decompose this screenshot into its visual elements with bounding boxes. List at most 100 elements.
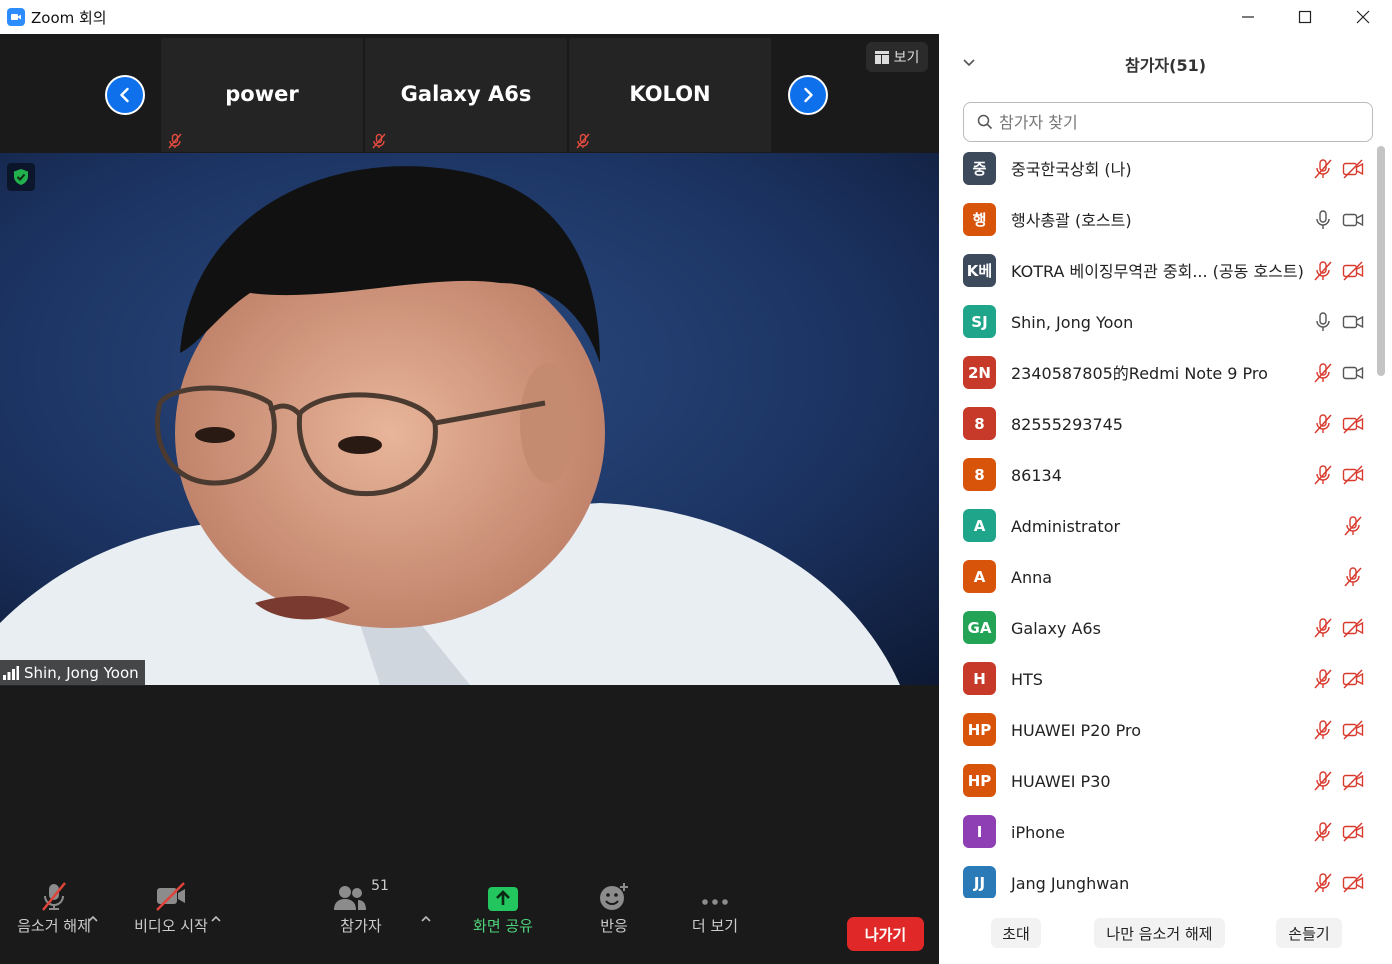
mic-muted-icon[interactable] <box>1312 260 1334 282</box>
video-thumbnail[interactable]: Galaxy A6s <box>365 38 567 152</box>
prev-page-button[interactable] <box>105 75 145 115</box>
video-icon[interactable] <box>1342 362 1364 384</box>
mic-muted-icon[interactable] <box>1312 719 1334 741</box>
avatar: 중 <box>963 152 996 185</box>
avatar: GA <box>963 611 996 644</box>
participants-panel: 참가자(51) 중 중국한국상회 (나) 행 행사총괄 (호스트) K베 KOTRA 베이… <box>939 34 1392 964</box>
participant-name: Anna <box>1011 568 1053 587</box>
search-input[interactable] <box>999 112 1359 132</box>
participant-name: 2340587805的Redmi Note 9 Pro <box>1011 364 1268 383</box>
avatar: HP <box>963 764 996 797</box>
mic-muted-icon[interactable] <box>1312 770 1334 792</box>
participant-row[interactable]: 8 86134 <box>939 450 1381 501</box>
video-thumbnail[interactable]: KOLON <box>569 38 771 152</box>
close-button[interactable] <box>1334 0 1392 34</box>
mic-muted-icon[interactable] <box>1312 668 1334 690</box>
video-off-icon[interactable] <box>1342 872 1364 894</box>
grid-view-icon <box>874 50 889 64</box>
video-off-icon[interactable] <box>1342 821 1364 843</box>
mic-muted-icon[interactable] <box>1312 464 1334 486</box>
chevron-up-icon[interactable] <box>86 914 100 924</box>
participant-name: 중국한국상회 (나) <box>1011 160 1132 179</box>
start-video-button[interactable]: 비디오 시작 <box>126 866 216 964</box>
video-icon[interactable] <box>1342 209 1364 231</box>
unmute-button[interactable]: 음소거 해제 <box>10 866 98 964</box>
video-off-icon[interactable] <box>1342 413 1364 435</box>
participant-row[interactable]: A Anna <box>939 552 1381 603</box>
encryption-status[interactable] <box>7 163 35 191</box>
mic-muted-icon[interactable] <box>1312 821 1334 843</box>
view-button[interactable]: 보기 <box>866 42 928 72</box>
video-thumbnail[interactable]: power <box>161 38 363 152</box>
participant-list-scrollbar[interactable] <box>1377 146 1385 896</box>
participant-name: Galaxy A6s <box>1011 619 1101 638</box>
mic-muted-icon[interactable] <box>1312 158 1334 180</box>
avatar: 8 <box>963 407 996 440</box>
raise-hand-button[interactable]: 손들기 <box>1276 918 1342 948</box>
more-label: 더 보기 <box>691 917 739 935</box>
next-page-button[interactable] <box>788 75 828 115</box>
maximize-button[interactable] <box>1276 0 1334 34</box>
video-off-icon[interactable] <box>1342 617 1364 639</box>
panel-header: 참가자(51) <box>939 34 1392 92</box>
participant-row[interactable]: H HTS <box>939 654 1381 705</box>
mic-muted-icon[interactable] <box>1342 566 1364 588</box>
shield-check-icon <box>14 169 28 185</box>
participant-search[interactable] <box>963 102 1373 142</box>
video-off-icon[interactable] <box>1342 668 1364 690</box>
participant-row[interactable]: 중 중국한국상회 (나) <box>939 144 1381 195</box>
avatar: I <box>963 815 996 848</box>
unmute-me-button[interactable]: 나만 음소거 해제 <box>1094 918 1225 948</box>
participant-name: Administrator <box>1011 517 1121 536</box>
chevron-up-icon[interactable] <box>209 914 223 924</box>
participant-row[interactable]: IiPhone <box>939 807 1381 858</box>
title-bar: Zoom 회의 <box>0 0 1392 34</box>
leave-button[interactable]: 나가기 <box>847 917 924 951</box>
participant-row[interactable]: K베 KOTRA 베이징무역관 중회... (공동 호스트) <box>939 246 1381 297</box>
window-title: Zoom 회의 <box>31 8 107 27</box>
video-off-icon[interactable] <box>1342 719 1364 741</box>
participant-row[interactable]: 행 행사총괄 (호스트) <box>939 195 1381 246</box>
participant-row[interactable]: SJ Shin, Jong Yoon <box>939 297 1381 348</box>
more-dots-icon <box>702 899 728 905</box>
invite-button[interactable]: 초대 <box>991 918 1041 948</box>
participant-name: 86134 <box>1011 466 1062 485</box>
avatar: 8 <box>963 458 996 491</box>
mic-muted-icon[interactable] <box>1312 413 1334 435</box>
reactions-button[interactable]: 반응 <box>584 866 644 964</box>
video-off-icon[interactable] <box>1342 464 1364 486</box>
participant-row[interactable]: 8 82555293745 <box>939 399 1381 450</box>
participant-row[interactable]: JJ Jang Junghwan <box>939 858 1381 898</box>
panel-title: 참가자(51) <box>1124 56 1207 75</box>
video-icon[interactable] <box>1342 311 1364 333</box>
minimize-icon <box>1242 16 1254 18</box>
mic-icon[interactable] <box>1312 209 1334 231</box>
share-screen-button[interactable]: 화면 공유 <box>463 866 543 964</box>
mic-icon[interactable] <box>1312 311 1334 333</box>
participant-list: 중 중국한국상회 (나) 행 행사총괄 (호스트) K베 KOTRA 베이징무역관 중회.… <box>939 144 1381 898</box>
more-button[interactable]: 더 보기 <box>680 866 750 964</box>
participant-row[interactable]: GA Galaxy A6s <box>939 603 1381 654</box>
mic-muted-icon[interactable] <box>1312 362 1334 384</box>
mic-muted-icon[interactable] <box>1342 515 1364 537</box>
participant-row[interactable]: A Administrator <box>939 501 1381 552</box>
video-off-icon[interactable] <box>1342 158 1364 180</box>
minimize-button[interactable] <box>1219 0 1277 34</box>
participant-name: HUAWEI P20 Pro <box>1011 721 1142 740</box>
participants-count: 51 <box>371 878 389 894</box>
avatar: H <box>963 662 996 695</box>
signal-strength-icon <box>3 666 19 680</box>
participants-button[interactable]: 51 참가자 <box>326 866 396 964</box>
mic-muted-icon[interactable] <box>1312 872 1334 894</box>
mic-muted-icon[interactable] <box>1312 617 1334 639</box>
speaker-video <box>0 153 939 685</box>
participant-row[interactable]: HP HUAWEI P20 Pro <box>939 705 1381 756</box>
chevron-up-icon[interactable] <box>419 914 433 924</box>
participant-row[interactable]: 2N 2340587805的Redmi Note 9 Pro <box>939 348 1381 399</box>
participant-row[interactable]: HP HUAWEI P30 <box>939 756 1381 807</box>
video-off-icon[interactable] <box>1342 770 1364 792</box>
share-screen-label: 화면 공유 <box>473 917 533 935</box>
mic-muted-icon <box>576 133 590 149</box>
chevron-right-icon <box>804 87 813 103</box>
video-off-icon[interactable] <box>1342 260 1364 282</box>
